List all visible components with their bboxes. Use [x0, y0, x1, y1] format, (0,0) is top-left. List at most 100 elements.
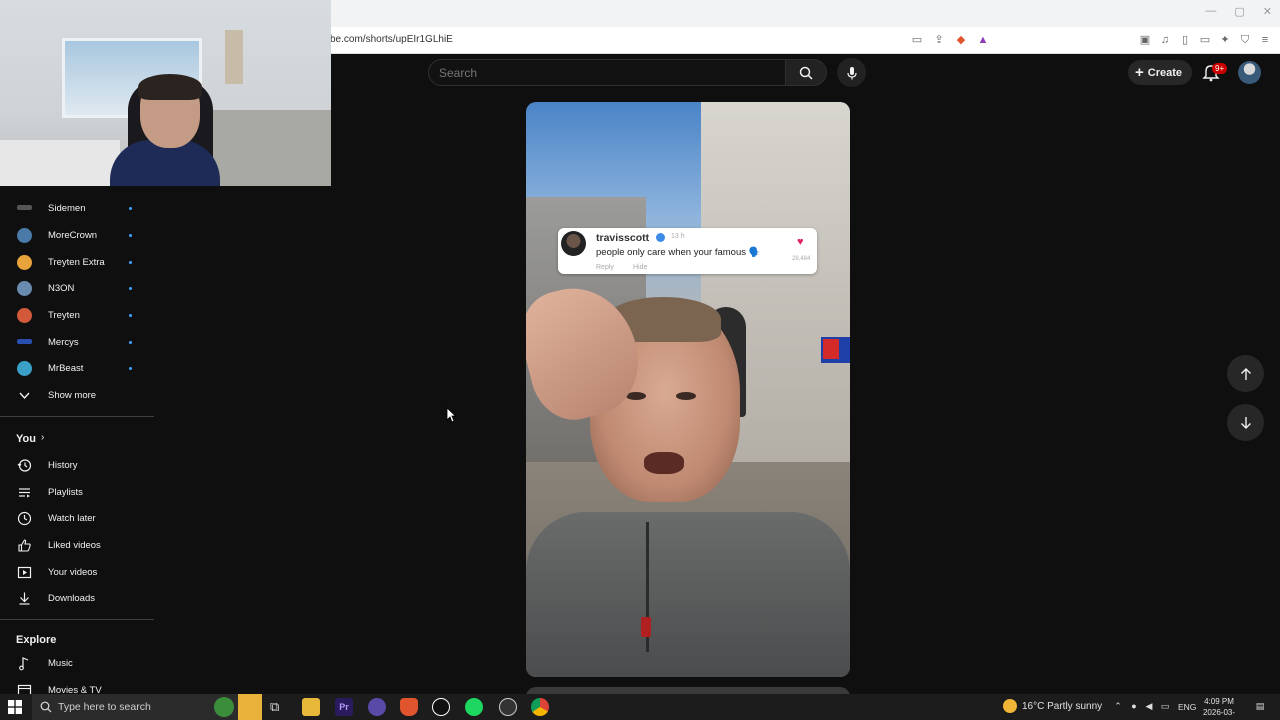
short-video-player[interactable] — [526, 102, 850, 677]
channel-avatar — [17, 227, 32, 243]
media-icon[interactable]: ♫ — [1158, 33, 1172, 47]
sidebar: Sidemen MoreCrown Treyten Extra N3ON Tre… — [0, 186, 154, 694]
new-content-dot — [129, 206, 132, 210]
vpn-icon[interactable]: ⛉ — [1238, 33, 1252, 47]
history-label: History — [48, 459, 78, 471]
account-avatar[interactable] — [1238, 61, 1261, 84]
chevron-down-icon — [19, 392, 30, 399]
watch-later-label: Watch later — [48, 512, 96, 524]
channel-avatar — [17, 339, 32, 344]
minimize-button[interactable]: — — [1205, 5, 1216, 18]
sidebar-item-your-videos[interactable]: Your videos — [0, 559, 154, 585]
premiere-pro-icon[interactable]: Pr — [335, 698, 353, 716]
video-jacket-zip-tab — [641, 617, 651, 637]
share-icon[interactable]: ⇪ — [932, 33, 946, 47]
screen: — ▢ ✕ be.com/shorts/upEIr1GLhiE ▭ ⇪ ◆ ▲ … — [0, 0, 1280, 720]
search-icon — [799, 66, 813, 80]
search-input[interactable] — [439, 66, 769, 80]
new-content-dot — [129, 286, 132, 290]
comment-username: travisscott — [596, 232, 650, 244]
film-icon — [17, 684, 32, 694]
app-icon[interactable] — [499, 698, 517, 716]
chrome-icon[interactable] — [531, 698, 549, 716]
mouse-cursor-icon — [446, 407, 456, 423]
sidebar-item-treyten[interactable]: Treyten — [0, 302, 154, 328]
language-indicator[interactable]: ENG — [1178, 702, 1196, 712]
channel-avatar — [17, 307, 32, 323]
obs-icon[interactable] — [368, 698, 386, 716]
sidebar-item-music[interactable]: Music — [0, 650, 154, 676]
search-button[interactable] — [786, 59, 827, 86]
menu-icon[interactable]: ≡ — [1258, 33, 1272, 47]
sidebar-item-history[interactable]: History — [0, 452, 154, 478]
channel-avatar — [17, 360, 32, 376]
chevron-up-icon[interactable]: ⌃ — [1113, 701, 1123, 712]
url-text[interactable]: be.com/shorts/upEIr1GLhiE — [330, 34, 453, 45]
taskbar-search-placeholder: Type here to search — [58, 701, 151, 713]
download-icon — [19, 592, 30, 605]
comment-text: people only care when your famous 🗣️ — [596, 247, 761, 258]
sidebar-item-n3on[interactable]: N3ON — [0, 275, 154, 301]
brave-browser-icon[interactable] — [400, 698, 418, 716]
clock-date: 2026-03-20 — [1202, 708, 1236, 720]
unreal-engine-icon[interactable] — [432, 698, 450, 716]
cast-icon[interactable]: ▭ — [910, 33, 924, 47]
channel-label: N3ON — [48, 282, 75, 294]
channel-label: Mercys — [48, 336, 79, 348]
close-button[interactable]: ✕ — [1263, 5, 1272, 18]
sidebar-item-liked-videos[interactable]: Liked videos — [0, 532, 154, 558]
brave-shield-icon[interactable]: ◆ — [954, 33, 968, 47]
sidebar-item-mrbeast[interactable]: MrBeast — [0, 355, 154, 381]
windows-start-icon[interactable] — [8, 700, 22, 714]
clock-time: 4:09 PM — [1204, 697, 1234, 706]
movies-tv-label: Movies & TV — [48, 684, 102, 695]
next-short-button[interactable] — [1227, 404, 1264, 441]
network-icon[interactable]: ▭ — [1160, 701, 1170, 712]
volume-icon[interactable]: ◀ — [1144, 701, 1154, 712]
you-title: You — [16, 433, 36, 445]
comment-hide: Hide — [633, 264, 648, 271]
voice-search-button[interactable] — [837, 58, 866, 87]
microphone-icon[interactable]: ● — [1129, 701, 1139, 712]
task-view-icon[interactable]: ⧉ — [270, 699, 279, 715]
history-icon — [17, 458, 32, 472]
spotify-icon[interactable] — [465, 698, 483, 716]
brave-rewards-icon[interactable]: ▲ — [976, 33, 990, 47]
create-button[interactable]: + Create — [1128, 60, 1192, 85]
taskbar-search[interactable]: Type here to search — [32, 694, 262, 720]
sidebar-item-mercys[interactable]: Mercys — [0, 329, 154, 355]
wallet-icon[interactable]: ▭ — [1198, 33, 1212, 47]
address-bar-icons: ▭ ⇪ ◆ ▲ — [910, 33, 990, 47]
notification-center-icon[interactable]: ▤ — [1253, 701, 1267, 712]
sidebar-item-downloads[interactable]: Downloads — [0, 585, 154, 611]
sidebar-item-morecrown[interactable]: MoreCrown — [0, 222, 154, 248]
arrow-up-icon — [1240, 367, 1251, 380]
sidebar-item-sidemen[interactable]: Sidemen — [0, 195, 154, 221]
maximize-button[interactable]: ▢ — [1234, 5, 1244, 18]
file-explorer-icon[interactable] — [302, 698, 320, 716]
sidebar-item-treyten-extra[interactable]: Treyten Extra — [0, 249, 154, 275]
you-section-header[interactable]: You › — [0, 426, 154, 452]
create-label: Create — [1147, 66, 1183, 79]
clock[interactable]: 4:09 PM 2026-03-20 — [1200, 696, 1238, 720]
channel-label: MoreCrown — [48, 229, 98, 241]
explore-title: Explore — [16, 634, 57, 646]
search-highlight-banner — [238, 694, 262, 720]
sidebar-item-movies-tv[interactable]: Movies & TV — [0, 677, 154, 694]
channel-label: MrBeast — [48, 362, 84, 374]
sidebar-toggle-icon[interactable]: ▯ — [1178, 33, 1192, 47]
play-icon — [17, 566, 32, 578]
show-more-button[interactable]: Show more — [0, 382, 154, 408]
channel-label: Sidemen — [48, 202, 86, 214]
previous-short-button[interactable] — [1227, 355, 1264, 392]
arrow-down-icon — [1240, 416, 1251, 429]
plus-icon: + — [1135, 64, 1144, 81]
tab-search-icon[interactable]: ▣ — [1138, 33, 1152, 47]
sidebar-item-watch-later[interactable]: Watch later — [0, 505, 154, 531]
sidebar-item-playlists[interactable]: Playlists — [0, 479, 154, 505]
leo-ai-icon[interactable]: ✦ — [1218, 33, 1232, 47]
channel-avatar — [17, 205, 32, 210]
weather-text[interactable]: 16°C Partly sunny — [1022, 701, 1102, 712]
playlists-label: Playlists — [48, 486, 83, 498]
new-content-dot — [129, 313, 132, 317]
